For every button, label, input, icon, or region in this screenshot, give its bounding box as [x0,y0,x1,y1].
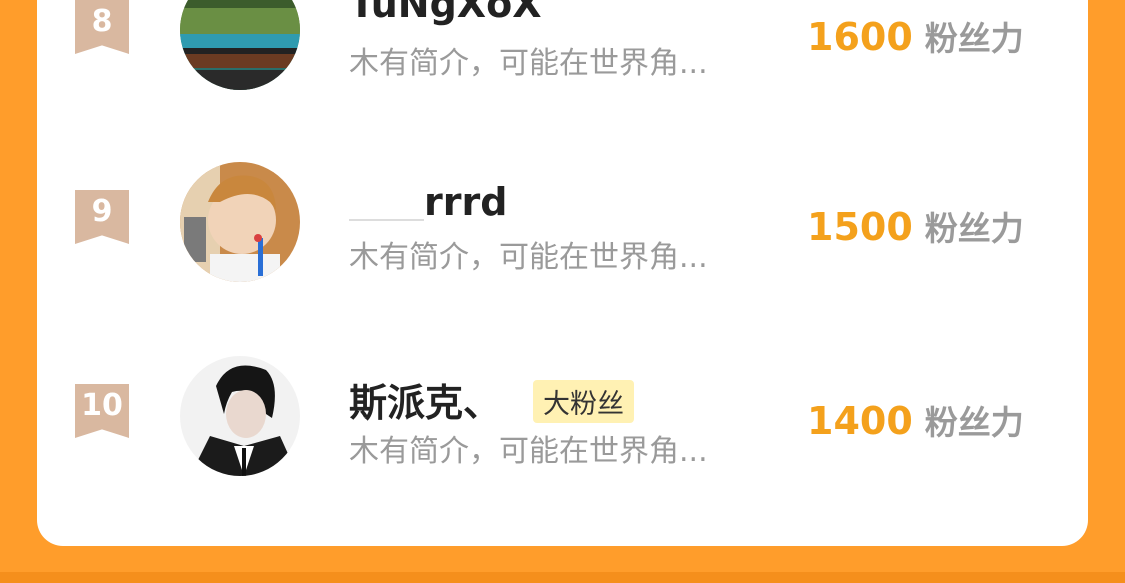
name-mask [349,189,424,221]
avatar[interactable] [180,356,300,476]
rank-badge: 10 [75,384,129,438]
user-bio: 木有简介，可能在世界角... [349,240,708,275]
user-name[interactable]: rrrd [349,180,507,224]
fan-power-score: 1400 粉丝力 [807,399,1024,443]
list-item[interactable]: 8 TuNgXoX 木有简介，可能在世界角... 1600 粉丝力 [37,0,1088,100]
list-item[interactable]: 9 rrrd 木有简介，可能在世界角... 1500 粉丝力 [37,150,1088,290]
user-bio: 木有简介，可能在世界角... [349,46,708,81]
user-bio: 木有简介，可能在世界角... [349,434,708,469]
bottom-band [0,572,1125,583]
rank-badge: 9 [75,190,129,244]
fan-power-score: 1600 粉丝力 [807,15,1024,59]
user-name[interactable]: 斯派克、 大粉丝 [349,372,635,427]
child-drinking-avatar [180,162,300,282]
fan-power-score: 1500 粉丝力 [807,205,1024,249]
avatar[interactable] [180,162,300,282]
list-item[interactable]: 10 斯派克、 大粉丝 木有简介，可能在世界角... 1400 粉丝力 [37,344,1088,484]
landscape-lake-avatar [180,0,300,90]
person-suit-avatar [180,356,300,476]
rank-badge: 8 [75,0,129,54]
fan-tag-badge: 大粉丝 [533,380,635,423]
ranking-card: 8 TuNgXoX 木有简介，可能在世界角... 1600 粉丝力 9 rrrd… [37,0,1088,546]
avatar[interactable] [180,0,300,90]
user-name[interactable]: TuNgXoX [349,0,542,26]
